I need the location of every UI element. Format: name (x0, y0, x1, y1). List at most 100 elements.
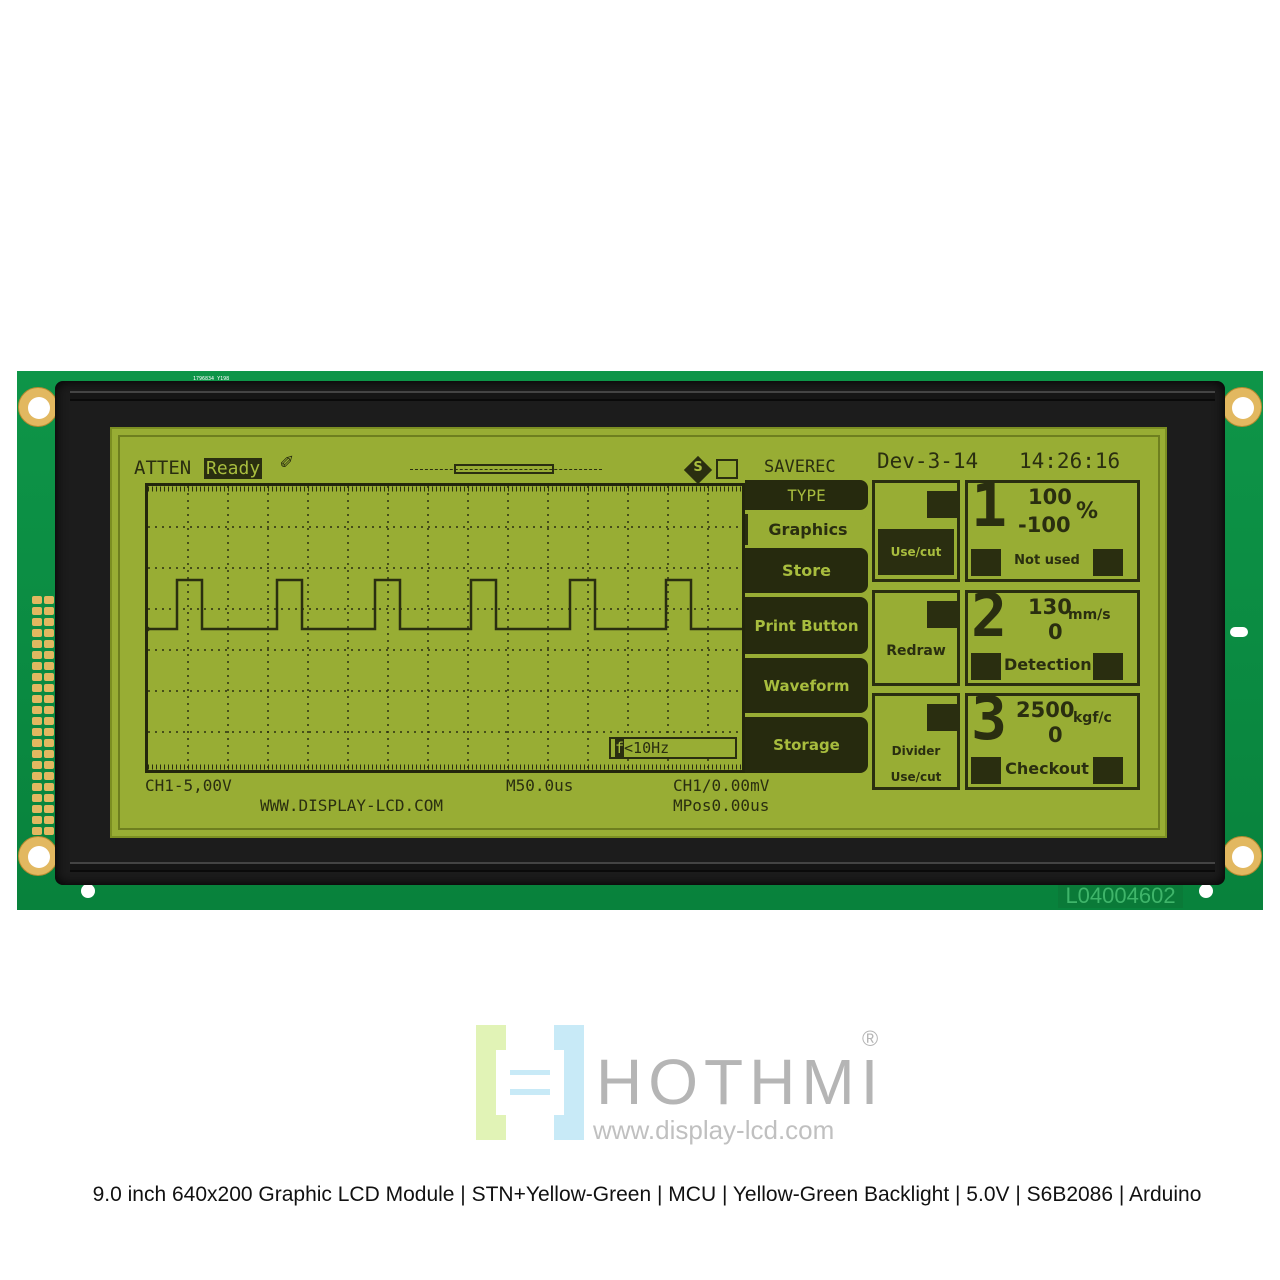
pin (32, 607, 42, 615)
menu-storage[interactable]: Storage (745, 717, 868, 773)
mount-hole (18, 836, 58, 876)
ready-badge: Ready (204, 458, 263, 479)
product-caption: 9.0 inch 640x200 Graphic LCD Module | ST… (92, 1183, 1202, 1206)
unit: mm/s (1068, 607, 1111, 623)
pin (44, 629, 54, 637)
bezel-rail (70, 391, 1215, 401)
waveform-graph (145, 483, 745, 773)
frequency-icon: f (615, 739, 625, 757)
channel-scale: CH1-5,00V (145, 776, 232, 795)
pin (44, 739, 54, 747)
action-label: Redraw (886, 643, 946, 659)
pin (44, 794, 54, 802)
channel-panel: 2 130 0 mm/s Detection (965, 581, 1140, 686)
mount-hole (18, 387, 58, 427)
pin (44, 651, 54, 659)
pin (44, 662, 54, 670)
brand-url: www.display-lcd.com (593, 1115, 835, 1145)
pin (44, 596, 54, 604)
panel-action[interactable]: Divider Use/cut (872, 693, 960, 790)
slot-hole (1230, 627, 1248, 637)
max-value: 100 (1028, 485, 1072, 509)
indicator-square (1093, 757, 1123, 784)
menu-type[interactable]: TYPE (745, 480, 868, 510)
probe-icon: ✐ (280, 450, 294, 475)
indicator-square (927, 491, 957, 518)
pin (44, 750, 54, 758)
panel-action[interactable]: Redraw (872, 590, 960, 686)
status-label: Detection (1004, 655, 1092, 674)
time: 14:26:16 (1019, 449, 1121, 473)
frequency-readout: f<10Hz (609, 737, 737, 759)
pin (44, 761, 54, 769)
indicator-square (971, 653, 1001, 680)
pin (32, 662, 42, 670)
frequency-value: <10Hz (624, 739, 670, 757)
menu-store[interactable]: Store (745, 548, 868, 593)
pin (44, 717, 54, 725)
mpos: MPos0.00us (673, 796, 770, 815)
channel-panel: 1 100 -100 % Not used (965, 471, 1140, 582)
trigger-window (454, 464, 554, 474)
pin (32, 706, 42, 714)
pin (32, 684, 42, 692)
action-label: Use/cut (878, 529, 954, 575)
pin (44, 640, 54, 648)
action-label-2: Use/cut (890, 770, 942, 784)
pin (32, 739, 42, 747)
pin (32, 794, 42, 802)
serial-label: L04004602 (1058, 883, 1183, 908)
pin (32, 618, 42, 626)
mount-hole (1222, 836, 1262, 876)
mount-hole (1222, 387, 1262, 427)
small-hole (81, 884, 95, 898)
registered-mark: ® (862, 1026, 879, 1051)
min-value: 0 (1048, 620, 1063, 644)
ground-marker (148, 626, 151, 632)
bezel-rail (70, 862, 1215, 872)
brand-name: HOTHMI (596, 1046, 885, 1118)
min-value: 0 (1048, 723, 1063, 747)
pin (44, 772, 54, 780)
save-icon (716, 459, 738, 479)
max-value: 130 (1028, 595, 1072, 619)
indicator-square (1093, 653, 1123, 680)
saverec-label: SAVEREC (764, 457, 836, 477)
pin (32, 816, 42, 824)
menu-print-button[interactable]: Print Button (745, 597, 868, 654)
max-value: 2500 (1016, 698, 1075, 722)
pin-header (32, 596, 54, 835)
pin (32, 772, 42, 780)
pin (32, 717, 42, 725)
pin (32, 596, 42, 604)
indicator-square (927, 601, 957, 628)
pin (44, 805, 54, 813)
pin (32, 629, 42, 637)
indicator-square (971, 549, 1001, 576)
channel-panel: 3 2500 0 kgf/c Checkout (965, 684, 1140, 790)
s-badge: S (693, 460, 703, 475)
indicator-square (1093, 549, 1123, 576)
min-value: -100 (1018, 513, 1071, 537)
pin (32, 651, 42, 659)
action-label: Divider (891, 744, 941, 758)
pin (32, 805, 42, 813)
pin (44, 827, 54, 835)
pin (32, 673, 42, 681)
menu-waveform[interactable]: Waveform (745, 658, 868, 713)
pin (32, 827, 42, 835)
menu-graphics[interactable]: Graphics (745, 514, 868, 545)
pin (32, 640, 42, 648)
date: Dev-3-14 (877, 449, 979, 473)
small-hole (1199, 884, 1213, 898)
status-label: Checkout (1005, 759, 1089, 778)
timebase: M50.0us (506, 776, 574, 795)
pin (32, 750, 42, 758)
pin (44, 618, 54, 626)
pin (32, 695, 42, 703)
pin (44, 783, 54, 791)
pin (32, 761, 42, 769)
website-text: WWW.DISPLAY-LCD.COM (260, 796, 444, 815)
panel-action[interactable]: Use/cut (872, 480, 960, 582)
unit: % (1076, 499, 1099, 524)
